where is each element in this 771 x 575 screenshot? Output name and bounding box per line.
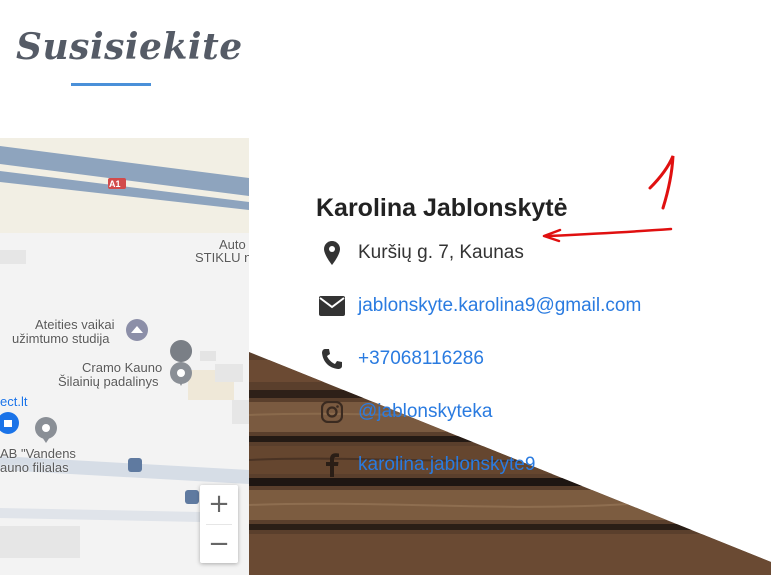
- red-annotation: [542, 155, 675, 243]
